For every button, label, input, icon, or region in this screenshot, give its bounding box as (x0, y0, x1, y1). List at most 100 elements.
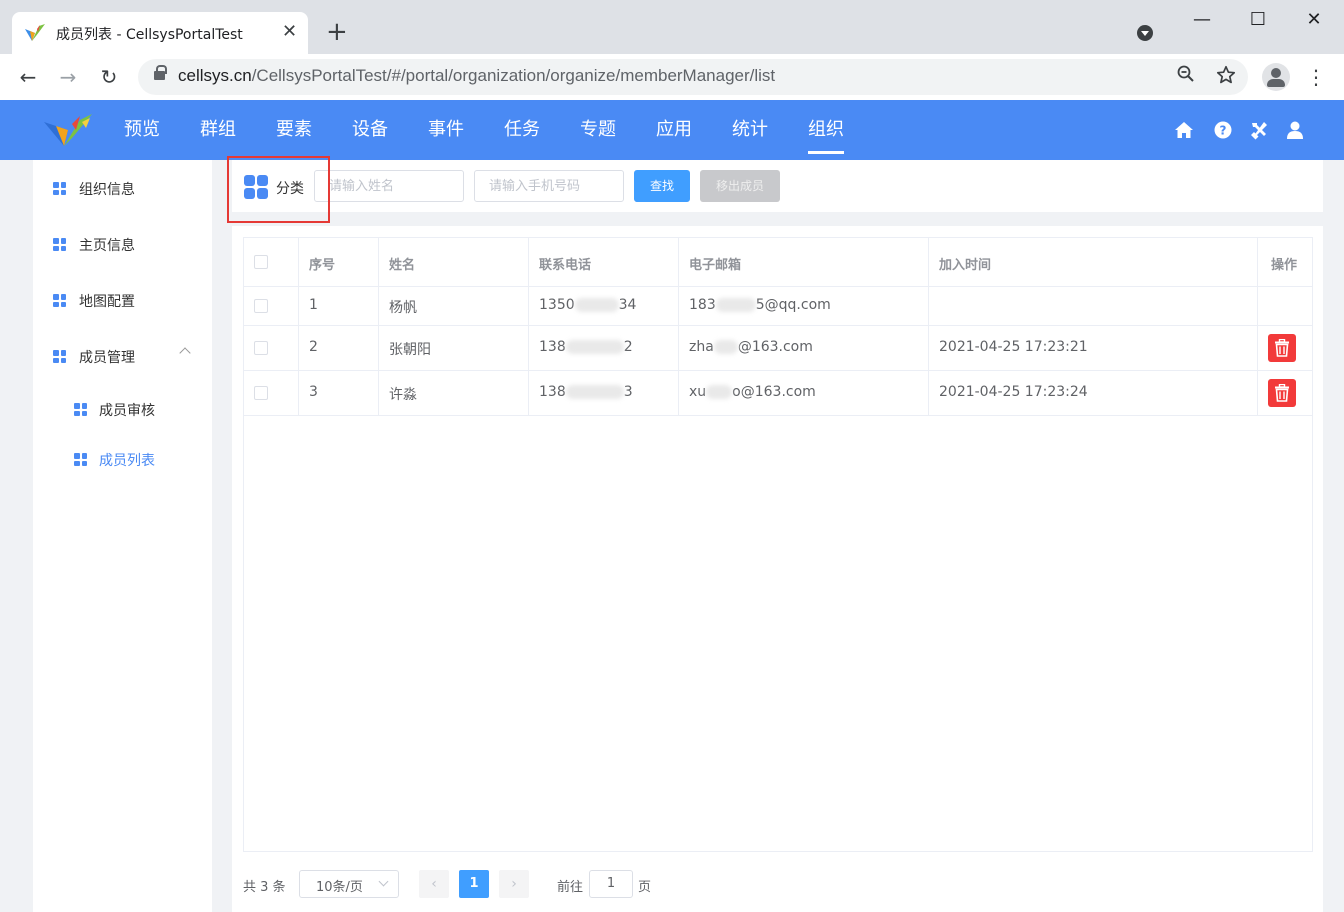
row-checkbox[interactable] (254, 341, 268, 355)
sidebar-item-label: 成员管理 (79, 350, 135, 366)
home-icon[interactable] (1174, 120, 1194, 140)
grid-icon (53, 350, 66, 363)
sidebar-item-map-config[interactable]: 地图配置 (33, 280, 212, 320)
nav-item-6[interactable]: 专题 (560, 100, 636, 160)
row-checkbox[interactable] (254, 386, 268, 400)
next-page-button[interactable]: › (499, 870, 529, 898)
category-label[interactable]: 分类 (276, 178, 304, 198)
app-header: 预览 群组 要素 设备 事件 任务 专题 应用 统计 组织 ? (0, 100, 1344, 160)
trash-icon (1275, 339, 1289, 357)
main-nav: 预览 群组 要素 设备 事件 任务 专题 应用 统计 组织 (104, 100, 864, 160)
row-select-cell (244, 326, 299, 370)
phone-search-input[interactable] (474, 170, 624, 202)
grid-icon (53, 182, 66, 195)
sidebar-item-member-list[interactable]: 成员列表 (33, 440, 212, 480)
sidebar: 组织信息 主页信息 地图配置 成员管理 成员审核 成员列表 (33, 160, 212, 912)
delete-button[interactable] (1268, 334, 1296, 362)
app-logo[interactable] (42, 112, 94, 150)
grid-icon (74, 403, 87, 416)
help-icon[interactable]: ? (1213, 120, 1233, 140)
select-all-checkbox[interactable] (254, 255, 268, 269)
reload-button[interactable]: ↻ (96, 64, 122, 90)
sidebar-item-org-info[interactable]: 组织信息 (33, 168, 212, 208)
nav-item-7[interactable]: 应用 (636, 100, 712, 160)
maximize-button[interactable]: ☐ (1246, 8, 1270, 32)
address-bar[interactable]: cellsys.cn/CellsysPortalTest/#/portal/or… (138, 59, 1248, 95)
member-table: 序号 姓名 联系电话 电子邮箱 加入时间 操作 1 杨帆 1350 34 183 5… (243, 237, 1313, 852)
nav-item-1[interactable]: 群组 (180, 100, 256, 160)
joined-cell (929, 287, 1258, 325)
sidebar-item-label: 地图配置 (79, 294, 135, 310)
sidebar-item-label: 成员审核 (99, 403, 155, 419)
row-checkbox[interactable] (254, 299, 268, 313)
name-cell: 许淼 (379, 371, 529, 415)
tab-close-icon[interactable]: ✕ (282, 20, 297, 44)
lock-icon[interactable] (154, 65, 167, 80)
star-icon[interactable] (1214, 65, 1238, 89)
svg-text:?: ? (1220, 124, 1227, 138)
member-table-card: 序号 姓名 联系电话 电子邮箱 加入时间 操作 1 杨帆 1350 34 183 5… (232, 226, 1323, 912)
browser-menu-icon[interactable]: ⋮ (1306, 64, 1326, 90)
search-bar: 分类 查找 移出成员 (232, 160, 1323, 212)
nav-item-0[interactable]: 预览 (104, 100, 180, 160)
nav-item-4[interactable]: 事件 (408, 100, 484, 160)
pagination: 共 3 条 10条/页 ‹ 1 › 前往 1 页 (232, 858, 1323, 912)
close-window-button[interactable]: ✕ (1302, 8, 1326, 32)
delete-button[interactable] (1268, 379, 1296, 407)
browser-tab[interactable]: 成员列表 - CellsysPortalTest ✕ (12, 12, 308, 54)
sidebar-item-home-info[interactable]: 主页信息 (33, 224, 212, 264)
phone-cell: 138 3 (529, 371, 679, 415)
index-cell: 2 (299, 326, 379, 370)
category-icon[interactable] (244, 175, 268, 199)
chevron-up-icon[interactable] (179, 347, 191, 359)
name-search-input[interactable] (314, 170, 464, 202)
nav-item-8[interactable]: 统计 (712, 100, 788, 160)
profile-avatar-icon[interactable] (1262, 63, 1290, 91)
goto-label: 前往 (557, 880, 584, 895)
row-select-cell (244, 371, 299, 415)
browser-tabbar: 成员列表 - CellsysPortalTest ✕ + — ☐ ✕ (0, 0, 1344, 54)
table-header-row: 序号 姓名 联系电话 电子邮箱 加入时间 操作 (244, 238, 1312, 287)
nav-item-3[interactable]: 设备 (332, 100, 408, 160)
nav-item-9[interactable]: 组织 (788, 100, 864, 160)
column-header: 电子邮箱 (679, 238, 929, 286)
nav-item-2[interactable]: 要素 (256, 100, 332, 160)
browser-toolbar: ← → ↻ cellsys.cn/CellsysPortalTest/#/por… (0, 54, 1344, 100)
new-tab-button[interactable]: + (326, 16, 348, 48)
prev-page-button[interactable]: ‹ (419, 870, 449, 898)
url-text[interactable]: cellsys.cn/CellsysPortalTest/#/portal/or… (178, 66, 775, 86)
app-favicon-icon (25, 24, 45, 41)
remove-member-button[interactable]: 移出成员 (700, 170, 780, 202)
index-cell: 1 (299, 287, 379, 325)
row-select-cell (244, 287, 299, 325)
sidebar-item-label: 主页信息 (79, 238, 135, 254)
sidebar-item-member-manage[interactable]: 成员管理 (33, 336, 212, 376)
tab-title: 成员列表 - CellsysPortalTest (56, 27, 243, 43)
goto-page-input[interactable]: 1 (589, 870, 633, 898)
page-size-select[interactable]: 10条/页 (299, 870, 399, 898)
column-header: 姓名 (379, 238, 529, 286)
nav-item-5[interactable]: 任务 (484, 100, 560, 160)
phone-cell: 1350 34 (529, 287, 679, 325)
grid-icon (53, 238, 66, 251)
tools-icon[interactable] (1249, 120, 1269, 140)
sidebar-item-label: 成员列表 (99, 453, 155, 469)
select-all-cell (244, 238, 299, 286)
page-number-1[interactable]: 1 (459, 870, 489, 898)
column-header: 操作 (1271, 258, 1298, 273)
sidebar-item-member-review[interactable]: 成员审核 (33, 390, 212, 430)
tab-search-icon[interactable] (1137, 25, 1153, 41)
column-header: 序号 (299, 238, 379, 286)
table-row: 3 许淼 138 3 xu o@163.com 2021-04-25 17:23:2… (244, 371, 1312, 416)
minimize-button[interactable]: — (1190, 8, 1214, 32)
email-cell: xu o@163.com (679, 371, 929, 415)
zoom-out-icon[interactable] (1174, 65, 1198, 89)
user-icon[interactable] (1285, 120, 1305, 140)
page-size-value: 10条/页 (316, 880, 363, 895)
joined-cell: 2021-04-25 17:23:21 (929, 326, 1258, 370)
search-button[interactable]: 查找 (634, 170, 690, 202)
page-body: 组织信息 主页信息 地图配置 成员管理 成员审核 成员列表 分类 查找 (0, 156, 1344, 912)
joined-cell: 2021-04-25 17:23:24 (929, 371, 1258, 415)
back-button[interactable]: ← (15, 64, 41, 90)
forward-button[interactable]: → (55, 64, 81, 90)
